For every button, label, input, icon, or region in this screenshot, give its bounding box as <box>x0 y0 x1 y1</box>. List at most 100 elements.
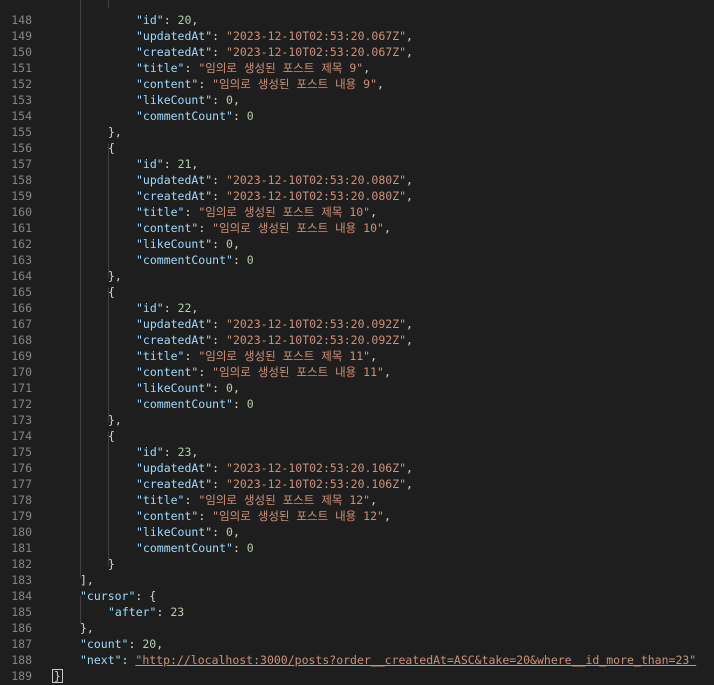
json-key: "updatedAt" <box>136 173 213 187</box>
code-content: "id": 22, <box>136 300 198 316</box>
code-line[interactable]: 178 "title": "임의로 생성된 포스트 제목 12", <box>0 492 714 508</box>
code-line[interactable]: 155}, <box>0 124 714 140</box>
json-key: "title" <box>136 205 185 219</box>
code-line[interactable]: 173}, <box>0 412 714 428</box>
json-key: "title" <box>136 61 185 75</box>
code-line[interactable]: 153 "likeCount": 0, <box>0 92 714 108</box>
line-number: 187 <box>11 637 32 651</box>
json-key: "likeCount" <box>136 237 213 251</box>
code-line[interactable]: 184 "cursor": { <box>0 588 714 604</box>
json-string: "2023-12-10T02:53:20.067Z" <box>226 45 407 59</box>
code-content: "count": 20, <box>80 636 163 652</box>
code-line[interactable]: 162 "likeCount": 0, <box>0 236 714 252</box>
code-line[interactable]: 189} <box>0 668 714 684</box>
code-line[interactable]: 176 "updatedAt": "2023-12-10T02:53:20.106… <box>0 460 714 476</box>
code-line[interactable]: 167 "updatedAt": "2023-12-10T02:53:20.092… <box>0 316 714 332</box>
code-content: "after": 23 <box>108 604 184 620</box>
code-line[interactable]: 175 "id": 23, <box>0 444 714 460</box>
json-editor[interactable]: 148 "id": 20, 149 "updatedAt": "2023-12-10T… <box>0 0 714 685</box>
code-line[interactable]: 180 "likeCount": 0, <box>0 524 714 540</box>
json-punctuation: }, <box>108 125 122 139</box>
code-content: "id": 21, <box>136 156 198 172</box>
code-line[interactable]: 188 "next": "http://localhost:3000/posts?… <box>0 652 714 668</box>
code-line[interactable]: 163 "commentCount": 0 <box>0 252 714 268</box>
code-line[interactable]: 172 "commentCount": 0 <box>0 396 714 412</box>
code-line[interactable]: 181 "commentCount": 0 <box>0 540 714 556</box>
json-key: "count" <box>80 637 129 651</box>
code-line[interactable]: 151 "title": "임의로 생성된 포스트 제목 9", <box>0 60 714 76</box>
code-line[interactable]: 160 "title": "임의로 생성된 포스트 제목 10", <box>0 204 714 220</box>
line-number: 180 <box>11 525 32 539</box>
code-line[interactable]: 165 { <box>0 284 714 300</box>
json-key: "likeCount" <box>136 525 213 539</box>
json-key: "commentCount" <box>136 541 233 555</box>
json-punctuation: : <box>163 445 178 459</box>
json-punctuation: : <box>156 605 171 619</box>
code-line[interactable]: 183], <box>0 572 714 588</box>
code-content: "likeCount": 0, <box>136 92 240 108</box>
line-number: 148 <box>11 13 32 27</box>
code-line[interactable]: 150 "createdAt": "2023-12-10T02:53:20.067… <box>0 44 714 60</box>
line-number: 160 <box>11 205 32 219</box>
json-punctuation: : <box>128 637 143 651</box>
code-content: "commentCount": 0 <box>136 540 254 556</box>
line-number: 182 <box>11 557 32 571</box>
code-line[interactable]: 166 "id": 22, <box>0 300 714 316</box>
code-content: "content": "임의로 생성된 포스트 내용 12", <box>136 508 391 524</box>
json-punctuation: ], <box>80 573 94 587</box>
code-line[interactable]: 168 "createdAt": "2023-12-10T02:53:20.092… <box>0 332 714 348</box>
line-number: 149 <box>11 29 32 43</box>
code-line[interactable]: 154 "commentCount": 0 <box>0 108 714 124</box>
code-content: "createdAt": "2023-12-10T02:53:20.106Z", <box>136 476 413 492</box>
json-key: "id" <box>136 13 164 27</box>
next-url-link[interactable]: "http://localhost:3000/posts?order__crea… <box>135 653 696 667</box>
code-line[interactable]: 182} <box>0 556 714 572</box>
json-string: "2023-12-10T02:53:20.092Z" <box>226 333 407 347</box>
code-content: "likeCount": 0, <box>136 524 240 540</box>
line-number: 150 <box>11 45 32 59</box>
json-punctuation: : <box>212 525 227 539</box>
code-line[interactable]: 164}, <box>0 268 714 284</box>
code-line[interactable]: 158 "updatedAt": "2023-12-10T02:53:20.080… <box>0 172 714 188</box>
line-number: 166 <box>11 301 32 315</box>
json-punctuation: , <box>232 237 240 251</box>
json-punctuation: , <box>406 317 413 331</box>
code-line[interactable]: 187 "count": 20, <box>0 636 714 652</box>
code-line[interactable]: 152 "content": "임의로 생성된 포스트 내용 9", <box>0 76 714 92</box>
json-punctuation: : <box>121 653 136 667</box>
code-line[interactable]: 161 "content": "임의로 생성된 포스트 내용 10", <box>0 220 714 236</box>
json-punctuation: , <box>406 173 413 187</box>
json-number: 0 <box>246 109 254 123</box>
code-line[interactable]: 185 "after": 23 <box>0 604 714 620</box>
code-line[interactable]: 156 { <box>0 140 714 156</box>
json-key: "content" <box>136 221 199 235</box>
code-line[interactable]: 186}, <box>0 620 714 636</box>
text-cursor-bracket[interactable]: } <box>52 669 63 683</box>
json-punctuation: : <box>163 301 178 315</box>
line-number: 188 <box>11 653 32 667</box>
json-key: "id" <box>136 301 164 315</box>
json-punctuation: , <box>377 77 384 91</box>
json-number: 0 <box>226 93 233 107</box>
code-content: "title": "임의로 생성된 포스트 제목 11", <box>136 348 377 364</box>
code-line[interactable]: 169 "title": "임의로 생성된 포스트 제목 11", <box>0 348 714 364</box>
json-punctuation: : { <box>135 589 157 603</box>
code-line[interactable]: 157 "id": 21, <box>0 156 714 172</box>
code-content: }, <box>108 412 122 428</box>
line-number: 155 <box>11 125 32 139</box>
code-line[interactable]: 174 { <box>0 428 714 444</box>
json-punctuation: : <box>198 509 213 523</box>
code-line[interactable]: 171 "likeCount": 0, <box>0 380 714 396</box>
code-line[interactable]: 159 "createdAt": "2023-12-10T02:53:20.080… <box>0 188 714 204</box>
json-string: "2023-12-10T02:53:20.092Z" <box>226 317 407 331</box>
json-key: "commentCount" <box>136 397 233 411</box>
code-line[interactable]: 170 "content": "임의로 생성된 포스트 내용 11", <box>0 364 714 380</box>
line-number: 154 <box>11 109 32 123</box>
code-line[interactable]: 177 "createdAt": "2023-12-10T02:53:20.106… <box>0 476 714 492</box>
code-line[interactable]: 148 "id": 20, <box>0 12 714 28</box>
line-number: 163 <box>11 253 32 267</box>
code-line[interactable]: 179 "content": "임의로 생성된 포스트 내용 12", <box>0 508 714 524</box>
json-key: "id" <box>136 445 164 459</box>
code-line[interactable]: 149 "updatedAt": "2023-12-10T02:53:20.067… <box>0 28 714 44</box>
json-punctuation: : <box>212 461 227 475</box>
